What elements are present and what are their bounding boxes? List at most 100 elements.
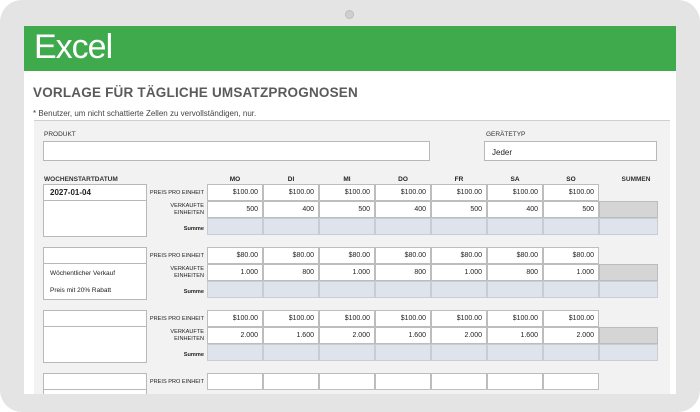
block-note: Preis mit 20% Rabatt (50, 287, 112, 294)
units-cell[interactable]: 2.000 (431, 327, 487, 344)
day-header-do: DO (398, 176, 408, 183)
units-cell[interactable]: 500 (319, 201, 375, 218)
units-cell[interactable]: 2.000 (319, 327, 375, 344)
price-cell[interactable]: $100.00 (543, 184, 599, 201)
units-cell[interactable]: 800 (487, 264, 543, 281)
row-label-sold-line2: EINHEITEN (174, 336, 204, 342)
units-cell[interactable]: 400 (263, 201, 319, 218)
week-block-info[interactable] (43, 310, 147, 363)
sum-cell (207, 218, 263, 235)
price-cell[interactable]: $80.00 (375, 247, 431, 264)
price-cell[interactable] (263, 373, 319, 390)
row-label-sold-line1: VERKAUFTE (170, 203, 204, 209)
units-cell[interactable]: 2.000 (543, 327, 599, 344)
page-title: VORLAGE FÜR TÄGLICHE UMSATZPROGNOSEN (33, 85, 358, 100)
price-cell[interactable]: $100.00 (431, 310, 487, 327)
sum-cell (543, 281, 599, 298)
block-note: Wöchentlicher Verkauf (50, 270, 116, 277)
sum-cell (543, 344, 599, 361)
sums-label: SUMMEN (621, 176, 651, 183)
units-cell[interactable]: 2.000 (207, 327, 263, 344)
week-start-date-field[interactable] (44, 311, 146, 327)
row-label-sold-line2: EINHEITEN (174, 273, 204, 279)
units-cell[interactable]: 1.000 (431, 264, 487, 281)
row-label-sum: Summe (183, 352, 204, 358)
total-sum-cell (599, 344, 658, 361)
week-block-info[interactable] (43, 373, 147, 394)
units-cell[interactable]: 800 (375, 264, 431, 281)
price-cell[interactable] (207, 373, 263, 390)
camera-dot (345, 10, 354, 19)
instruction-note: * Benutzer, um nicht schattierte Zellen … (33, 109, 257, 118)
total-units-cell (599, 264, 658, 281)
sum-cell (543, 218, 599, 235)
day-header-mo: MO (229, 176, 241, 183)
units-cell[interactable]: 800 (263, 264, 319, 281)
price-cell[interactable]: $80.00 (319, 247, 375, 264)
screen: Excel VORLAGE FÜR TÄGLICHE UMSATZPROGNOS… (24, 26, 676, 394)
row-label-sold-line1: VERKAUFTE (170, 329, 204, 335)
sum-cell (375, 281, 431, 298)
units-cell[interactable]: 1.000 (543, 264, 599, 281)
units-cell[interactable]: 1.600 (487, 327, 543, 344)
week-start-label: WOCHENSTARTDATUM (44, 176, 118, 183)
price-cell[interactable]: $80.00 (207, 247, 263, 264)
sum-cell (263, 218, 319, 235)
units-cell[interactable]: 1.000 (319, 264, 375, 281)
price-cell[interactable] (543, 373, 599, 390)
week-start-date-field[interactable] (44, 374, 146, 390)
week-start-date-field[interactable] (44, 248, 146, 264)
price-cell[interactable]: $100.00 (319, 310, 375, 327)
day-header-sa: SA (510, 176, 520, 183)
price-cell[interactable]: $100.00 (431, 184, 487, 201)
price-cell[interactable]: $100.00 (375, 310, 431, 327)
price-cell[interactable] (487, 373, 543, 390)
week-block-info[interactable]: 2027-01-04 (43, 184, 147, 237)
units-cell[interactable]: 400 (375, 201, 431, 218)
sum-cell (263, 281, 319, 298)
device-type-input[interactable]: Jeder (484, 141, 657, 161)
price-cell[interactable] (375, 373, 431, 390)
sum-cell (375, 218, 431, 235)
row-label-sum: Summe (183, 226, 204, 232)
sum-cell (487, 344, 543, 361)
units-cell[interactable]: 500 (431, 201, 487, 218)
sum-cell (487, 281, 543, 298)
sum-cell (207, 281, 263, 298)
units-cell[interactable]: 1.600 (263, 327, 319, 344)
price-cell[interactable]: $100.00 (319, 184, 375, 201)
units-cell[interactable]: 1.600 (375, 327, 431, 344)
row-label-sum: Summe (183, 289, 204, 295)
units-cell[interactable]: 400 (487, 201, 543, 218)
week-block-info[interactable]: Wöchentlicher Verkauf Preis mit 20% Rabat… (43, 247, 147, 300)
price-cell[interactable]: $80.00 (543, 247, 599, 264)
sum-cell (263, 344, 319, 361)
price-cell[interactable]: $80.00 (431, 247, 487, 264)
total-units-cell (599, 201, 658, 218)
day-header-mi: MI (343, 176, 351, 183)
row-label-sold-line1: VERKAUFTE (170, 266, 204, 272)
price-cell[interactable]: $80.00 (487, 247, 543, 264)
sum-cell (487, 218, 543, 235)
week-start-date-field[interactable]: 2027-01-04 (44, 185, 146, 201)
day-header-so: SO (566, 176, 576, 183)
units-cell[interactable]: 1.000 (207, 264, 263, 281)
product-input[interactable] (43, 141, 430, 161)
device-type-label: GERÄTETYP (486, 131, 526, 138)
price-cell[interactable]: $100.00 (487, 310, 543, 327)
price-cell[interactable]: $100.00 (487, 184, 543, 201)
units-cell[interactable]: 500 (543, 201, 599, 218)
price-cell[interactable]: $80.00 (263, 247, 319, 264)
row-label-price: PREIS PRO EINHEIT (149, 379, 204, 385)
price-cell[interactable] (319, 373, 375, 390)
units-cell[interactable]: 500 (207, 201, 263, 218)
price-cell[interactable]: $100.00 (543, 310, 599, 327)
price-cell[interactable] (431, 373, 487, 390)
price-cell[interactable]: $100.00 (375, 184, 431, 201)
price-cell[interactable]: $100.00 (207, 184, 263, 201)
sum-cell (375, 344, 431, 361)
price-cell[interactable]: $100.00 (207, 310, 263, 327)
price-cell[interactable]: $100.00 (263, 184, 319, 201)
price-cell[interactable]: $100.00 (263, 310, 319, 327)
sum-cell (319, 344, 375, 361)
